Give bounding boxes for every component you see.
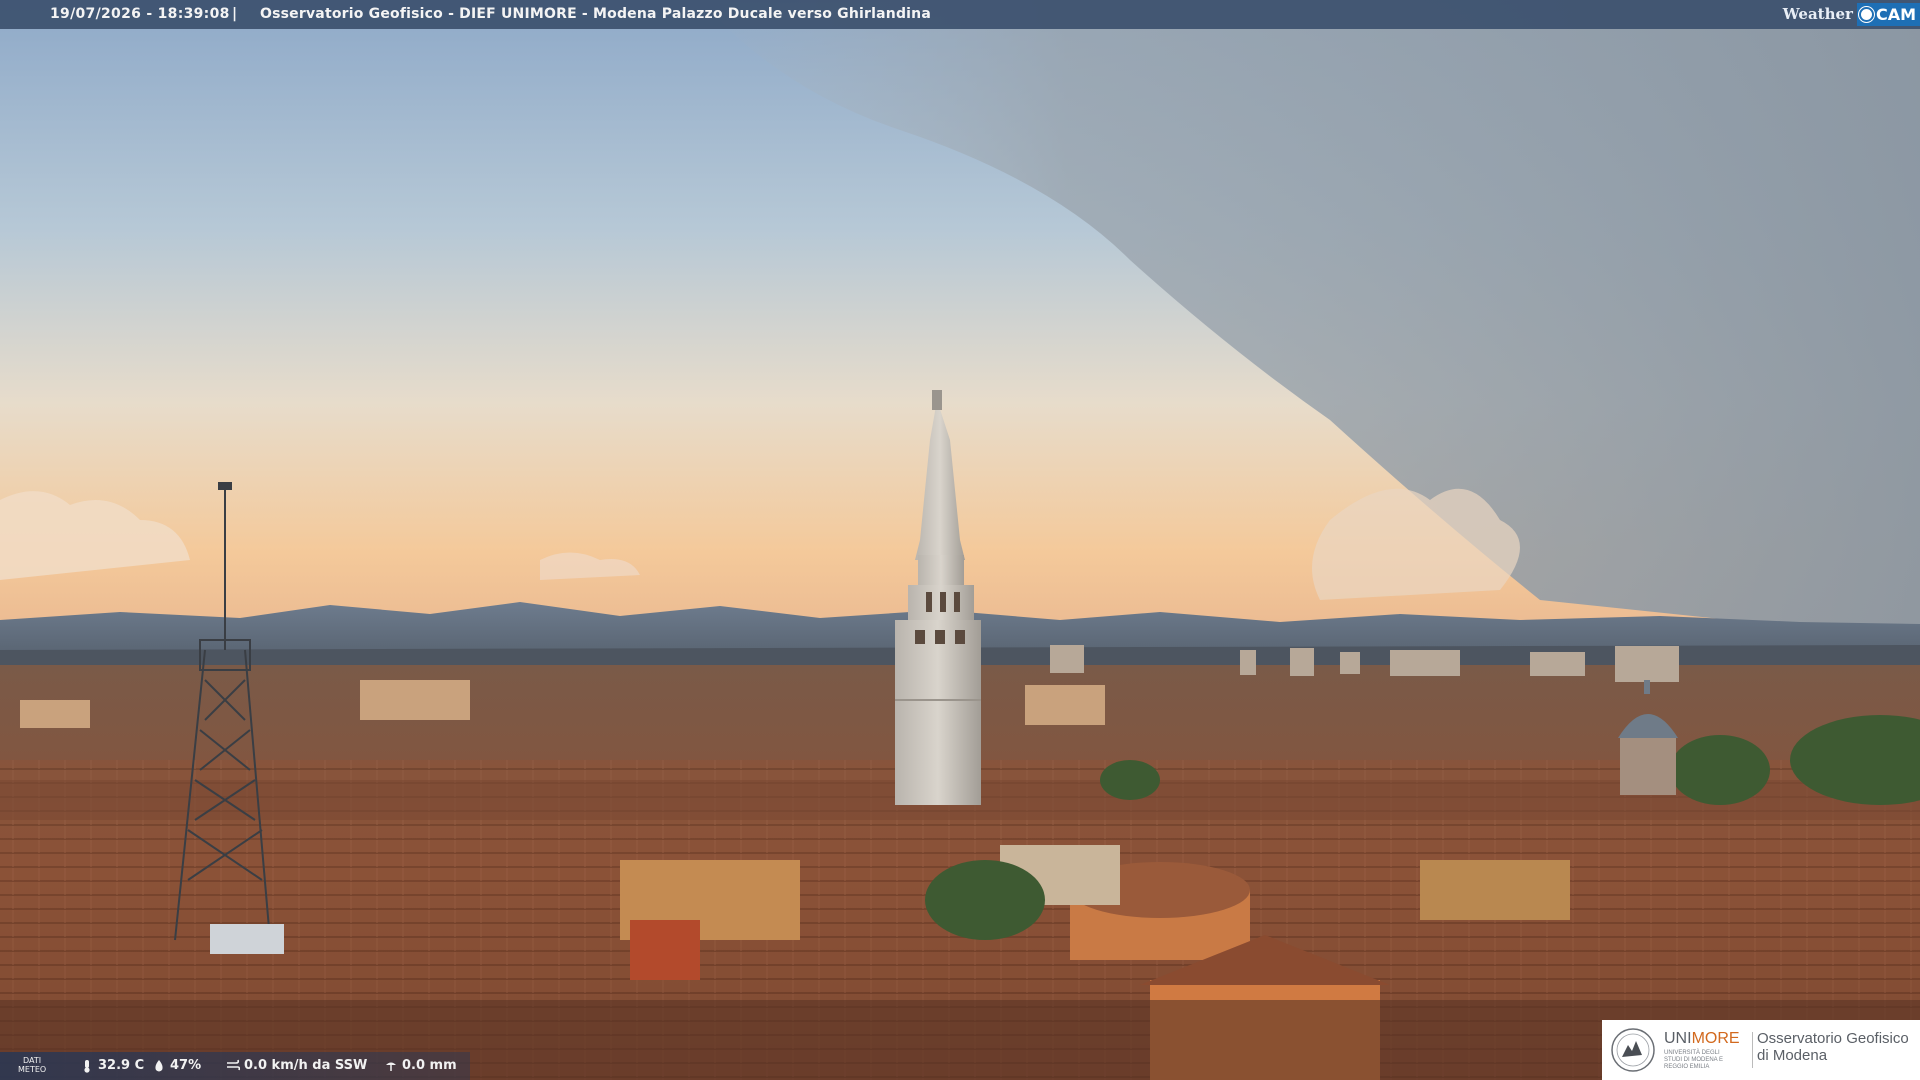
thermometer-icon [84, 1059, 90, 1073]
wind-value: 0.0 km/h da SSW [244, 1058, 368, 1073]
caption-bar: 19/07/2026 - 18:39:08 | Osservatorio Geo… [0, 0, 1920, 29]
weathercam-logo-weather: Weather [1782, 5, 1853, 23]
weather-data-label: DATI METEO [18, 1056, 46, 1074]
webcam-image [0, 0, 1920, 1080]
humidity-readout: 47% [152, 1058, 201, 1073]
weathercam-logo-cam: CAM [1856, 2, 1920, 26]
humidity-icon [155, 1059, 163, 1071]
camera-title: Osservatorio Geofisico - DIEF UNIMORE - … [260, 6, 931, 22]
rain-gauge-icon [386, 1062, 396, 1071]
temperature-value: 32.9 C [98, 1058, 145, 1073]
timestamp: 19/07/2026 - 18:39:08 [50, 6, 230, 22]
caption-separator: | [232, 6, 238, 22]
observatory-name-line1: Osservatorio Geofisico [1757, 1030, 1909, 1047]
logo-divider [1752, 1032, 1753, 1068]
humidity-value: 47% [170, 1058, 202, 1073]
weather-data-label-line1: DATI [23, 1056, 42, 1065]
weather-data-label-line2: METEO [18, 1065, 47, 1074]
rain-readout: 0.0 mm [384, 1058, 457, 1073]
wind-readout: 0.0 km/h da SSW [226, 1058, 367, 1073]
weathercam-logo-cam-text: CAM [1875, 4, 1916, 24]
unimore-seal-icon [1611, 1028, 1655, 1072]
observatory-name-line2: di Modena [1757, 1047, 1828, 1064]
unimore-logo-panel: UNIMORE UNIVERSITÀ DEGLI STUDI DI MODENA… [1602, 1020, 1920, 1080]
weathercam-dot-icon [1858, 6, 1874, 22]
temperature-readout: 32.9 C [80, 1058, 144, 1073]
wind-icon [227, 1059, 240, 1070]
weathercam-logo: Weather CAM [1783, 2, 1920, 26]
unimore-wordmark: UNIMORE [1664, 1030, 1740, 1048]
rain-value: 0.0 mm [402, 1058, 457, 1073]
weather-data-bar: DATI METEO 32.9 C 47% 0.0 km/h da SSW 0.… [0, 1052, 470, 1080]
unimore-subtitle: UNIVERSITÀ DEGLI STUDI DI MODENA E REGGI… [1664, 1050, 1724, 1070]
unimore-prefix: UNI [1664, 1030, 1692, 1047]
unimore-suffix: MORE [1691, 1030, 1740, 1047]
observatory-name: Osservatorio Geofisico di Modena [1757, 1030, 1909, 1064]
